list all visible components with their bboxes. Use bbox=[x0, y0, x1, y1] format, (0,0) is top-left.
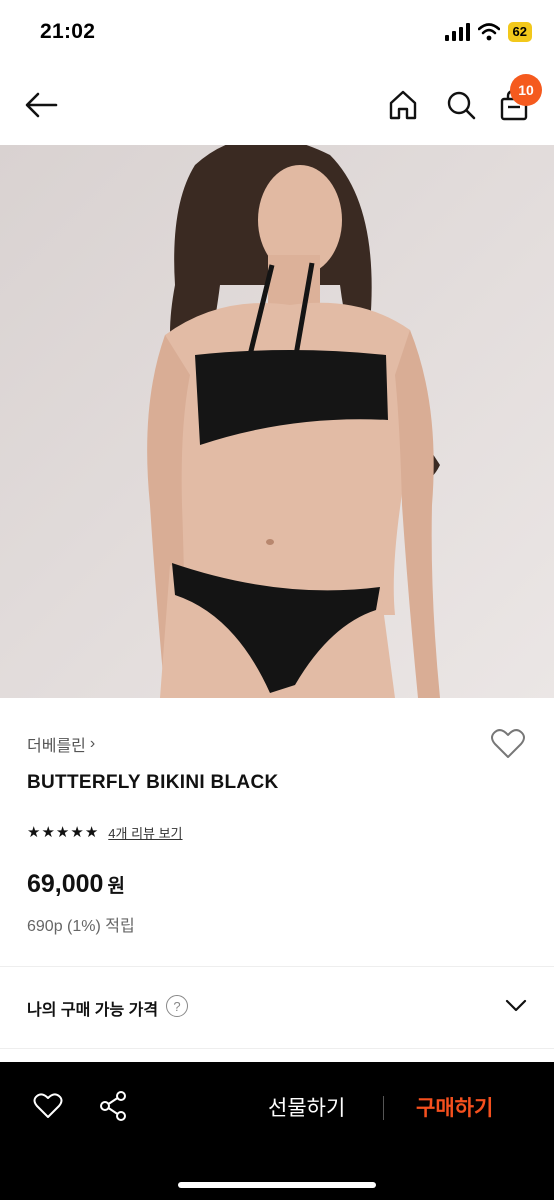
review-link[interactable]: 4개 리뷰 보기 bbox=[108, 823, 182, 842]
heart-icon[interactable] bbox=[33, 1092, 63, 1120]
search-icon[interactable] bbox=[444, 88, 478, 122]
rating-row: ★ ★ ★ ★ ★ 4개 리뷰 보기 bbox=[27, 823, 183, 842]
brand-link[interactable]: 더베를린 › bbox=[27, 732, 95, 756]
divider bbox=[0, 1048, 554, 1049]
price-row: 69,000 원 bbox=[27, 870, 125, 899]
star-rating: ★ ★ ★ ★ ★ bbox=[27, 823, 99, 841]
signal-icon bbox=[444, 23, 470, 41]
top-nav-bar bbox=[0, 70, 554, 142]
star-icon: ★ bbox=[41, 823, 55, 841]
star-icon: ★ bbox=[55, 823, 70, 841]
product-image[interactable] bbox=[0, 145, 554, 698]
divider bbox=[0, 966, 554, 967]
gift-button[interactable]: 선물하기 bbox=[268, 1092, 345, 1122]
my-price-accordion[interactable]: 나의 구매 가능 가격 ? bbox=[0, 968, 554, 1048]
status-bar: 21:02 62 bbox=[0, 0, 554, 66]
my-price-label: 나의 구매 가능 가격 bbox=[27, 1002, 159, 1019]
chevron-right-icon: › bbox=[89, 735, 96, 752]
price: 69,000 bbox=[27, 870, 104, 898]
product-name: BUTTERFLY BIKINI BLACK bbox=[27, 772, 279, 793]
back-arrow-icon[interactable] bbox=[22, 88, 62, 122]
bottom-action-bar: 선물하기 구매하기 bbox=[0, 1062, 554, 1200]
product-photo-illustration bbox=[0, 145, 554, 698]
star-icon: ★ bbox=[27, 823, 41, 841]
star-icon: ★ bbox=[70, 823, 84, 841]
brand-name: 더베를린 bbox=[27, 738, 86, 755]
battery-icon: 62 bbox=[507, 22, 532, 42]
divider bbox=[383, 1096, 384, 1120]
buy-button[interactable]: 구매하기 bbox=[416, 1092, 493, 1122]
help-icon[interactable]: ? bbox=[166, 995, 188, 1017]
chevron-down-icon[interactable] bbox=[504, 996, 528, 1014]
currency: 원 bbox=[107, 876, 125, 897]
wifi-icon bbox=[477, 23, 500, 41]
home-indicator[interactable] bbox=[178, 1182, 376, 1188]
star-icon: ★ bbox=[84, 823, 99, 841]
status-time: 21:02 bbox=[40, 20, 96, 43]
wishlist-heart-icon[interactable] bbox=[490, 728, 526, 760]
home-icon[interactable] bbox=[386, 88, 420, 122]
status-icons: 62 bbox=[444, 22, 532, 42]
cart-count-badge: 10 bbox=[510, 74, 542, 106]
share-icon[interactable] bbox=[98, 1090, 128, 1122]
reward-points: 690p (1%) 적립 bbox=[27, 918, 135, 935]
